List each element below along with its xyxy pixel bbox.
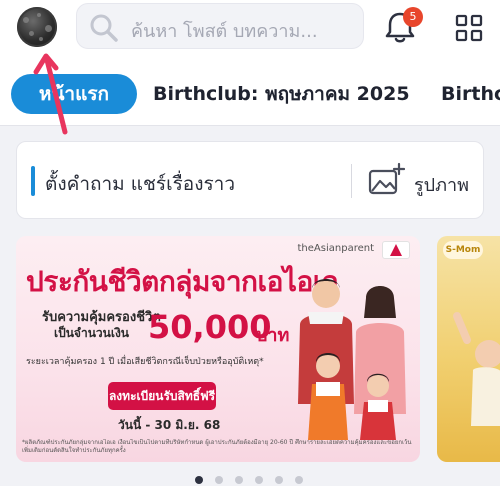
pager-dot[interactable]	[275, 476, 283, 484]
avatar[interactable]	[17, 7, 57, 47]
pager-dot[interactable]	[195, 476, 203, 484]
composer-divider	[351, 164, 352, 198]
banner-subtitle-2: เป็นจำนวนเงิน	[54, 326, 129, 340]
promo-date: วันนี้ - 30 มิ.ย. 68	[118, 418, 221, 432]
notification-badge: 5	[403, 7, 423, 27]
search-icon	[90, 14, 118, 42]
post-composer: ตั้งคำถาม แชร์เรื่องราว รูปภาพ	[16, 141, 484, 219]
tab-birthclub-may-2025[interactable]: Birthclub: พฤษภาคม 2025	[153, 74, 410, 114]
top-bar: ค้นหา โพสต์ บทความ... 5	[0, 0, 500, 62]
baby-illustration	[453, 312, 500, 426]
register-button[interactable]: ลงทะเบียนรับสิทธิ์ฟรี	[108, 382, 216, 410]
family-illustration	[298, 279, 406, 440]
ask-question-button[interactable]: ตั้งคำถาม แชร์เรื่องราว	[45, 169, 235, 199]
banner-amount: 50,000	[148, 308, 272, 346]
grid-menu-icon[interactable]	[455, 14, 483, 42]
pager-dot[interactable]	[215, 476, 223, 484]
search-bar[interactable]: ค้นหา โพสต์ บทความ...	[76, 3, 364, 49]
text-cursor-bar	[31, 166, 35, 196]
coverage-note: ระยะเวลาคุ้มครอง 1 ปี เมื่อเสียชีวิตกรณี…	[26, 357, 264, 367]
fine-print: *ผลิตภัณฑ์ประกันภัยกลุ่มจากเอไอเอ เงื่อน…	[22, 439, 412, 454]
add-image-icon[interactable]	[367, 162, 405, 198]
photo-button[interactable]: รูปภาพ	[414, 170, 469, 199]
pager-dot[interactable]	[295, 476, 303, 484]
tab-birthclub[interactable]: Birthclub	[441, 74, 500, 114]
brand-label: theAsianparent	[297, 243, 374, 254]
next-promo-card[interactable]: S-Mom	[437, 236, 500, 462]
annotation-arrow-icon	[33, 53, 68, 135]
tab-bar: หน้าแรก Birthclub: พฤษภาคม 2025 Birthclu…	[0, 62, 500, 126]
aia-logo	[382, 241, 410, 259]
pager-dot[interactable]	[235, 476, 243, 484]
promo-banner[interactable]: theAsianparent ประกันชีวิตกลุ่มจากเอไอเอ…	[16, 236, 420, 462]
pager-dot[interactable]	[255, 476, 263, 484]
search-placeholder: ค้นหา โพสต์ บทความ...	[131, 21, 318, 42]
